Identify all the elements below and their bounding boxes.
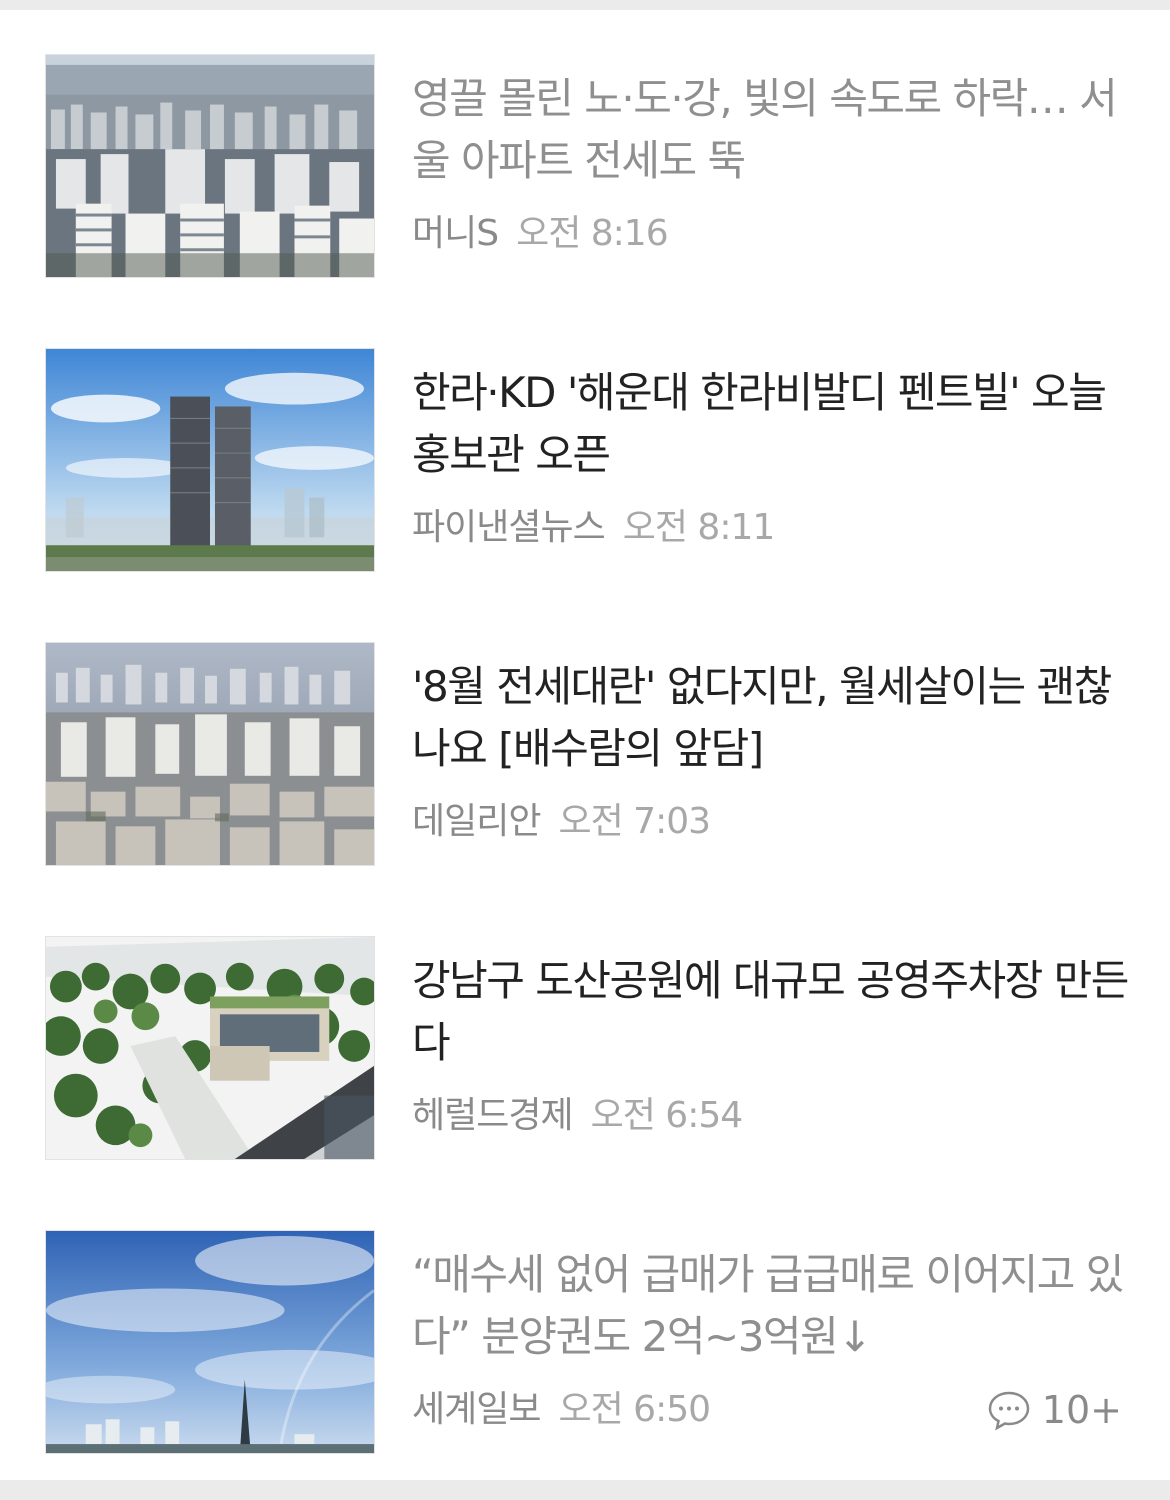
article-time: 오전 6:54 — [590, 1095, 744, 1136]
comment-bubble-icon — [988, 1391, 1030, 1431]
article-title[interactable]: “매수세 없어 급매가 급급매로 이어지고 있다” 분양권도 2억~3억원↓ — [412, 1244, 1132, 1368]
article-source: 파이낸셜뉴스 — [412, 507, 606, 548]
article-time: 오전 6:50 — [558, 1389, 711, 1430]
news-feed: 영끌 몰린 노·도·강, 빛의 속도로 하락… 서울 아파트 전세도 뚝 머니S… — [0, 0, 1170, 1500]
article-thumbnail[interactable] — [45, 936, 375, 1160]
comment-count-label: 10+ — [1041, 1388, 1122, 1432]
article-thumbnail[interactable] — [45, 348, 375, 572]
article-title[interactable]: 영끌 몰린 노·도·강, 빛의 속도로 하락… 서울 아파트 전세도 뚝 — [412, 68, 1132, 192]
article-source: 머니S — [412, 213, 499, 254]
article-title[interactable]: '8월 전세대란' 없다지만, 월세살이는 괜찮나요 [배수람의 앞담] — [412, 656, 1132, 780]
article-title[interactable]: 강남구 도산공원에 대규모 공영주차장 만든다 — [412, 950, 1132, 1074]
article-meta: 머니S 오전 8:16 — [412, 208, 669, 260]
article-meta: 파이낸셜뉴스 오전 8:11 — [412, 502, 776, 554]
article-title[interactable]: 한라·KD '해운대 한라비발디 펜트빌' 오늘 홍보관 오픈 — [412, 362, 1132, 486]
article-thumbnail[interactable] — [45, 54, 375, 278]
news-item[interactable]: 강남구 도산공원에 대규모 공영주차장 만든다 헤럴드경제 오전 6:54 — [0, 892, 1170, 1186]
news-item[interactable]: “매수세 없어 급매가 급급매로 이어지고 있다” 분양권도 2억~3억원↓ 세… — [0, 1186, 1170, 1480]
article-source: 헤럴드경제 — [412, 1095, 574, 1136]
news-item[interactable]: 영끌 몰린 노·도·강, 빛의 속도로 하락… 서울 아파트 전세도 뚝 머니S… — [0, 10, 1170, 304]
article-source: 세계일보 — [412, 1389, 541, 1430]
article-source: 데일리안 — [412, 801, 541, 842]
article-meta: 데일리안 오전 7:03 — [412, 796, 711, 848]
article-thumbnail[interactable] — [45, 1230, 375, 1454]
article-time: 오전 7:03 — [558, 801, 711, 842]
news-item[interactable]: '8월 전세대란' 없다지만, 월세살이는 괜찮나요 [배수람의 앞담] 데일리… — [0, 598, 1170, 892]
article-time: 오전 8:11 — [622, 507, 776, 548]
comment-count[interactable]: 10+ — [986, 1384, 1122, 1436]
article-time: 오전 8:16 — [516, 213, 669, 254]
article-meta: 세계일보 오전 6:50 — [412, 1384, 711, 1436]
article-meta: 헤럴드경제 오전 6:54 — [412, 1090, 744, 1142]
news-item[interactable]: 한라·KD '해운대 한라비발디 펜트빌' 오늘 홍보관 오픈 파이낸셜뉴스 오전… — [0, 304, 1170, 598]
article-thumbnail[interactable] — [45, 642, 375, 866]
